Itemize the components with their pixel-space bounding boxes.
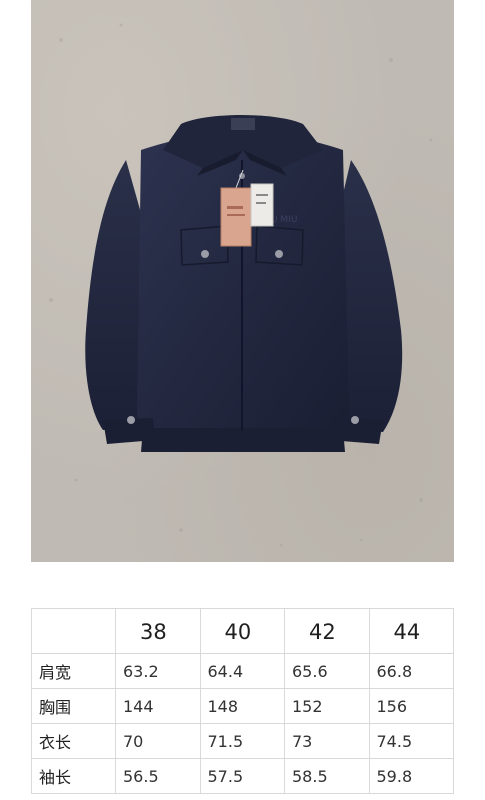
table-cell: 56.5 bbox=[115, 758, 201, 794]
product-photo: MIU MIU bbox=[31, 0, 454, 562]
size-chart-table: 38 40 42 44 肩宽 63.2 64.4 65.6 66.8 胸围 14… bbox=[31, 608, 454, 794]
table-cell: 73 bbox=[284, 723, 370, 759]
table-cell: 63.2 bbox=[115, 653, 201, 689]
row-label: 袖长 bbox=[31, 758, 116, 794]
table-row-chest: 胸围 144 148 152 156 bbox=[31, 688, 454, 724]
row-label: 衣长 bbox=[31, 723, 116, 759]
size-header-corner bbox=[31, 608, 116, 654]
jacket-illustration: MIU MIU bbox=[85, 115, 403, 452]
size-header-cell: 44 bbox=[368, 608, 454, 654]
row-label: 胸围 bbox=[31, 688, 116, 724]
table-cell: 57.5 bbox=[199, 758, 285, 794]
table-cell: 144 bbox=[115, 688, 201, 724]
table-cell: 70 bbox=[115, 723, 201, 759]
size-header-row: 38 40 42 44 bbox=[31, 608, 454, 654]
table-cell: 148 bbox=[199, 688, 285, 724]
size-header-cell: 40 bbox=[199, 608, 285, 654]
table-row-sleeve: 袖长 56.5 57.5 58.5 59.8 bbox=[31, 758, 454, 794]
table-cell: 64.4 bbox=[199, 653, 285, 689]
table-cell: 59.8 bbox=[368, 758, 454, 794]
product-page: MIU MIU 38 40 42 44 肩宽 63.2 64.4 65.6 66… bbox=[0, 0, 485, 800]
table-row-shoulder: 肩宽 63.2 64.4 65.6 66.8 bbox=[31, 653, 454, 689]
size-header-cell: 42 bbox=[284, 608, 370, 654]
table-cell: 71.5 bbox=[199, 723, 285, 759]
table-cell: 66.8 bbox=[368, 653, 454, 689]
size-header-cell: 38 bbox=[115, 608, 201, 654]
row-label: 肩宽 bbox=[31, 653, 116, 689]
table-cell: 74.5 bbox=[368, 723, 454, 759]
table-cell: 65.6 bbox=[284, 653, 370, 689]
table-cell: 152 bbox=[284, 688, 370, 724]
table-row-length: 衣长 70 71.5 73 74.5 bbox=[31, 723, 454, 759]
table-cell: 156 bbox=[368, 688, 454, 724]
table-cell: 58.5 bbox=[284, 758, 370, 794]
